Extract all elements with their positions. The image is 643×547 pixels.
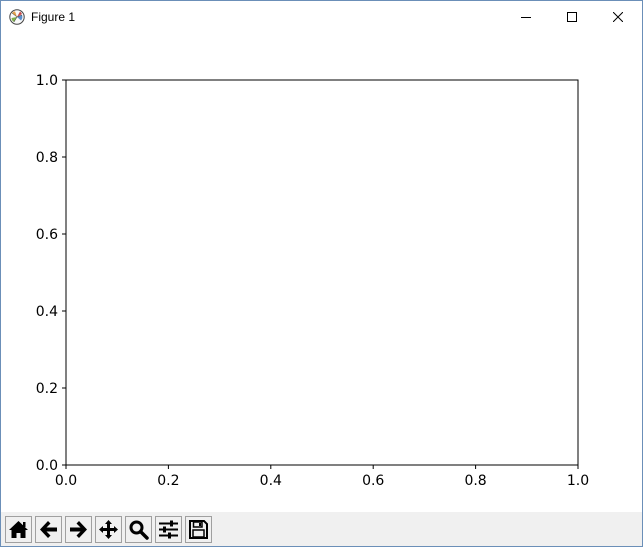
x-tick-label: 0.0 [55,473,77,489]
x-tick-label: 0.2 [157,473,179,489]
x-tick-label: 0.6 [362,473,384,489]
back-arrow-icon [40,521,57,538]
save-button[interactable] [185,516,212,543]
x-tick-label: 0.8 [464,473,486,489]
back-button[interactable] [35,516,62,543]
forward-button[interactable] [65,516,92,543]
pan-move-icon [99,520,118,539]
save-floppy-icon [189,520,208,539]
axes-chart[interactable]: 0.0 0.2 0.4 0.6 0.8 1.0 0.0 0.2 0.4 0.6 0.8 1.0 [1,32,642,511]
navigation-toolbar [1,512,642,546]
window-title: Figure 1 [31,10,76,24]
minimize-icon [521,16,531,18]
axes-frame [65,79,579,466]
close-icon [613,11,623,22]
pan-button[interactable] [95,516,122,543]
zoom-button[interactable] [125,516,152,543]
y-tick-label: 0.6 [36,227,58,243]
maximize-icon [567,11,577,22]
x-tick-label: 1.0 [567,473,589,489]
y-tick-label: 0.2 [36,381,58,397]
figure-window: Figure 1 0.0 0.2 0.4 0.6 0.8 1.0 0.0 0.2 0.4 0.6 0… [0,0,643,547]
home-icon [9,521,28,538]
y-tick-label: 1.0 [36,73,58,89]
y-tick-label: 0.4 [36,304,58,320]
home-button[interactable] [5,516,32,543]
minimize-button[interactable] [503,1,549,32]
forward-arrow-icon [70,521,87,538]
matplotlib-logo-icon [9,9,25,25]
y-tick-label: 0.0 [36,458,58,474]
configure-subplots-button[interactable] [155,516,182,543]
title-bar[interactable]: Figure 1 [1,1,642,32]
plot-canvas[interactable]: 0.0 0.2 0.4 0.6 0.8 1.0 0.0 0.2 0.4 0.6 0.8 1.0 [1,32,642,511]
subplots-sliders-icon [159,520,178,539]
x-tick-label: 0.4 [260,473,282,489]
zoom-magnifier-icon [129,520,149,540]
close-button[interactable] [595,1,641,32]
y-tick-label: 0.8 [36,150,58,166]
maximize-button[interactable] [549,1,595,32]
